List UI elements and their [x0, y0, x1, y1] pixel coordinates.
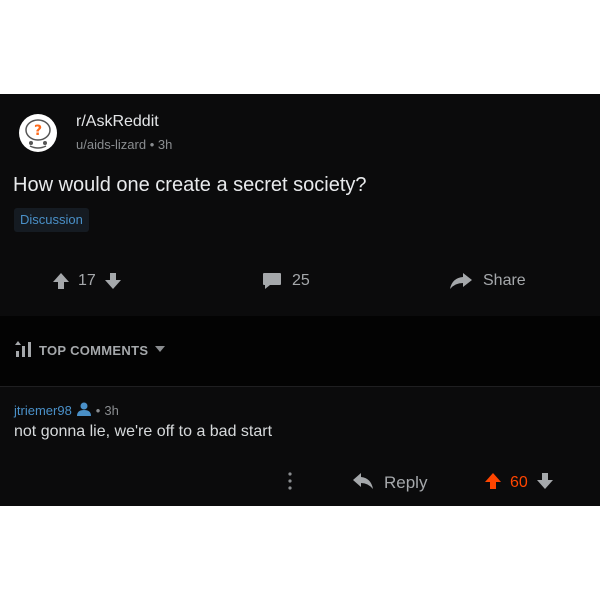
post-age: 3h	[157, 137, 173, 152]
post-author[interactable]: u/aids-lizard	[76, 137, 146, 152]
askreddit-snoo-icon[interactable]: ?	[18, 113, 58, 153]
comment-action-bar: Reply 60	[0, 469, 600, 497]
svg-text:?: ?	[34, 123, 42, 139]
comment-bubble-icon	[262, 272, 282, 290]
sort-dropdown[interactable]: TOP COMMENTS	[15, 340, 166, 361]
comment-count: 25	[292, 272, 310, 289]
reply-label: Reply	[384, 473, 428, 492]
comment-vote-count: 60	[510, 474, 528, 491]
reddit-screen: ? r/AskReddit u/aids-lizard • 3h How wou…	[0, 94, 600, 506]
chevron-down-icon	[154, 343, 166, 358]
share-label: Share	[483, 272, 526, 289]
comments-button[interactable]: 25	[262, 266, 310, 296]
sort-bars-icon	[15, 340, 33, 361]
comment-header: jtriemer98 • 3h	[14, 401, 119, 420]
more-options-button[interactable]	[287, 469, 293, 497]
comment-separator: •	[95, 403, 101, 418]
comment-body: not gonna lie, we're off to a bad start	[14, 423, 273, 440]
sort-label: TOP COMMENTS	[39, 343, 149, 358]
post-title[interactable]: How would one create a secret society?	[13, 174, 367, 197]
meta-separator: •	[149, 137, 155, 152]
share-arrow-icon	[449, 272, 473, 290]
comment-sort-bar: TOP COMMENTS	[0, 316, 600, 386]
comment-item: jtriemer98 • 3h not gonna lie, we're off…	[0, 387, 600, 506]
more-vertical-icon	[287, 471, 293, 496]
downvote-icon[interactable]	[536, 472, 554, 495]
comment-author[interactable]: jtriemer98	[14, 403, 72, 418]
user-icon	[76, 401, 92, 420]
upvote-icon[interactable]	[52, 272, 70, 290]
comment-vote-group: 60	[484, 469, 554, 497]
upvote-active-icon[interactable]	[484, 472, 502, 495]
reply-button[interactable]: Reply	[352, 469, 427, 497]
post-flair: Discussion	[14, 208, 89, 232]
reply-arrow-icon	[352, 472, 374, 495]
post-card: ? r/AskReddit u/aids-lizard • 3h How wou…	[0, 94, 600, 316]
downvote-icon[interactable]	[104, 272, 122, 290]
subreddit-name[interactable]: r/AskReddit	[76, 113, 159, 131]
post-meta: u/aids-lizard • 3h	[76, 137, 172, 152]
post-action-bar: 17 25 Share	[0, 266, 600, 296]
comment-age: 3h	[104, 403, 119, 418]
post-vote-group: 17	[52, 266, 122, 296]
share-button[interactable]: Share	[449, 266, 526, 296]
post-vote-count: 17	[78, 272, 96, 289]
